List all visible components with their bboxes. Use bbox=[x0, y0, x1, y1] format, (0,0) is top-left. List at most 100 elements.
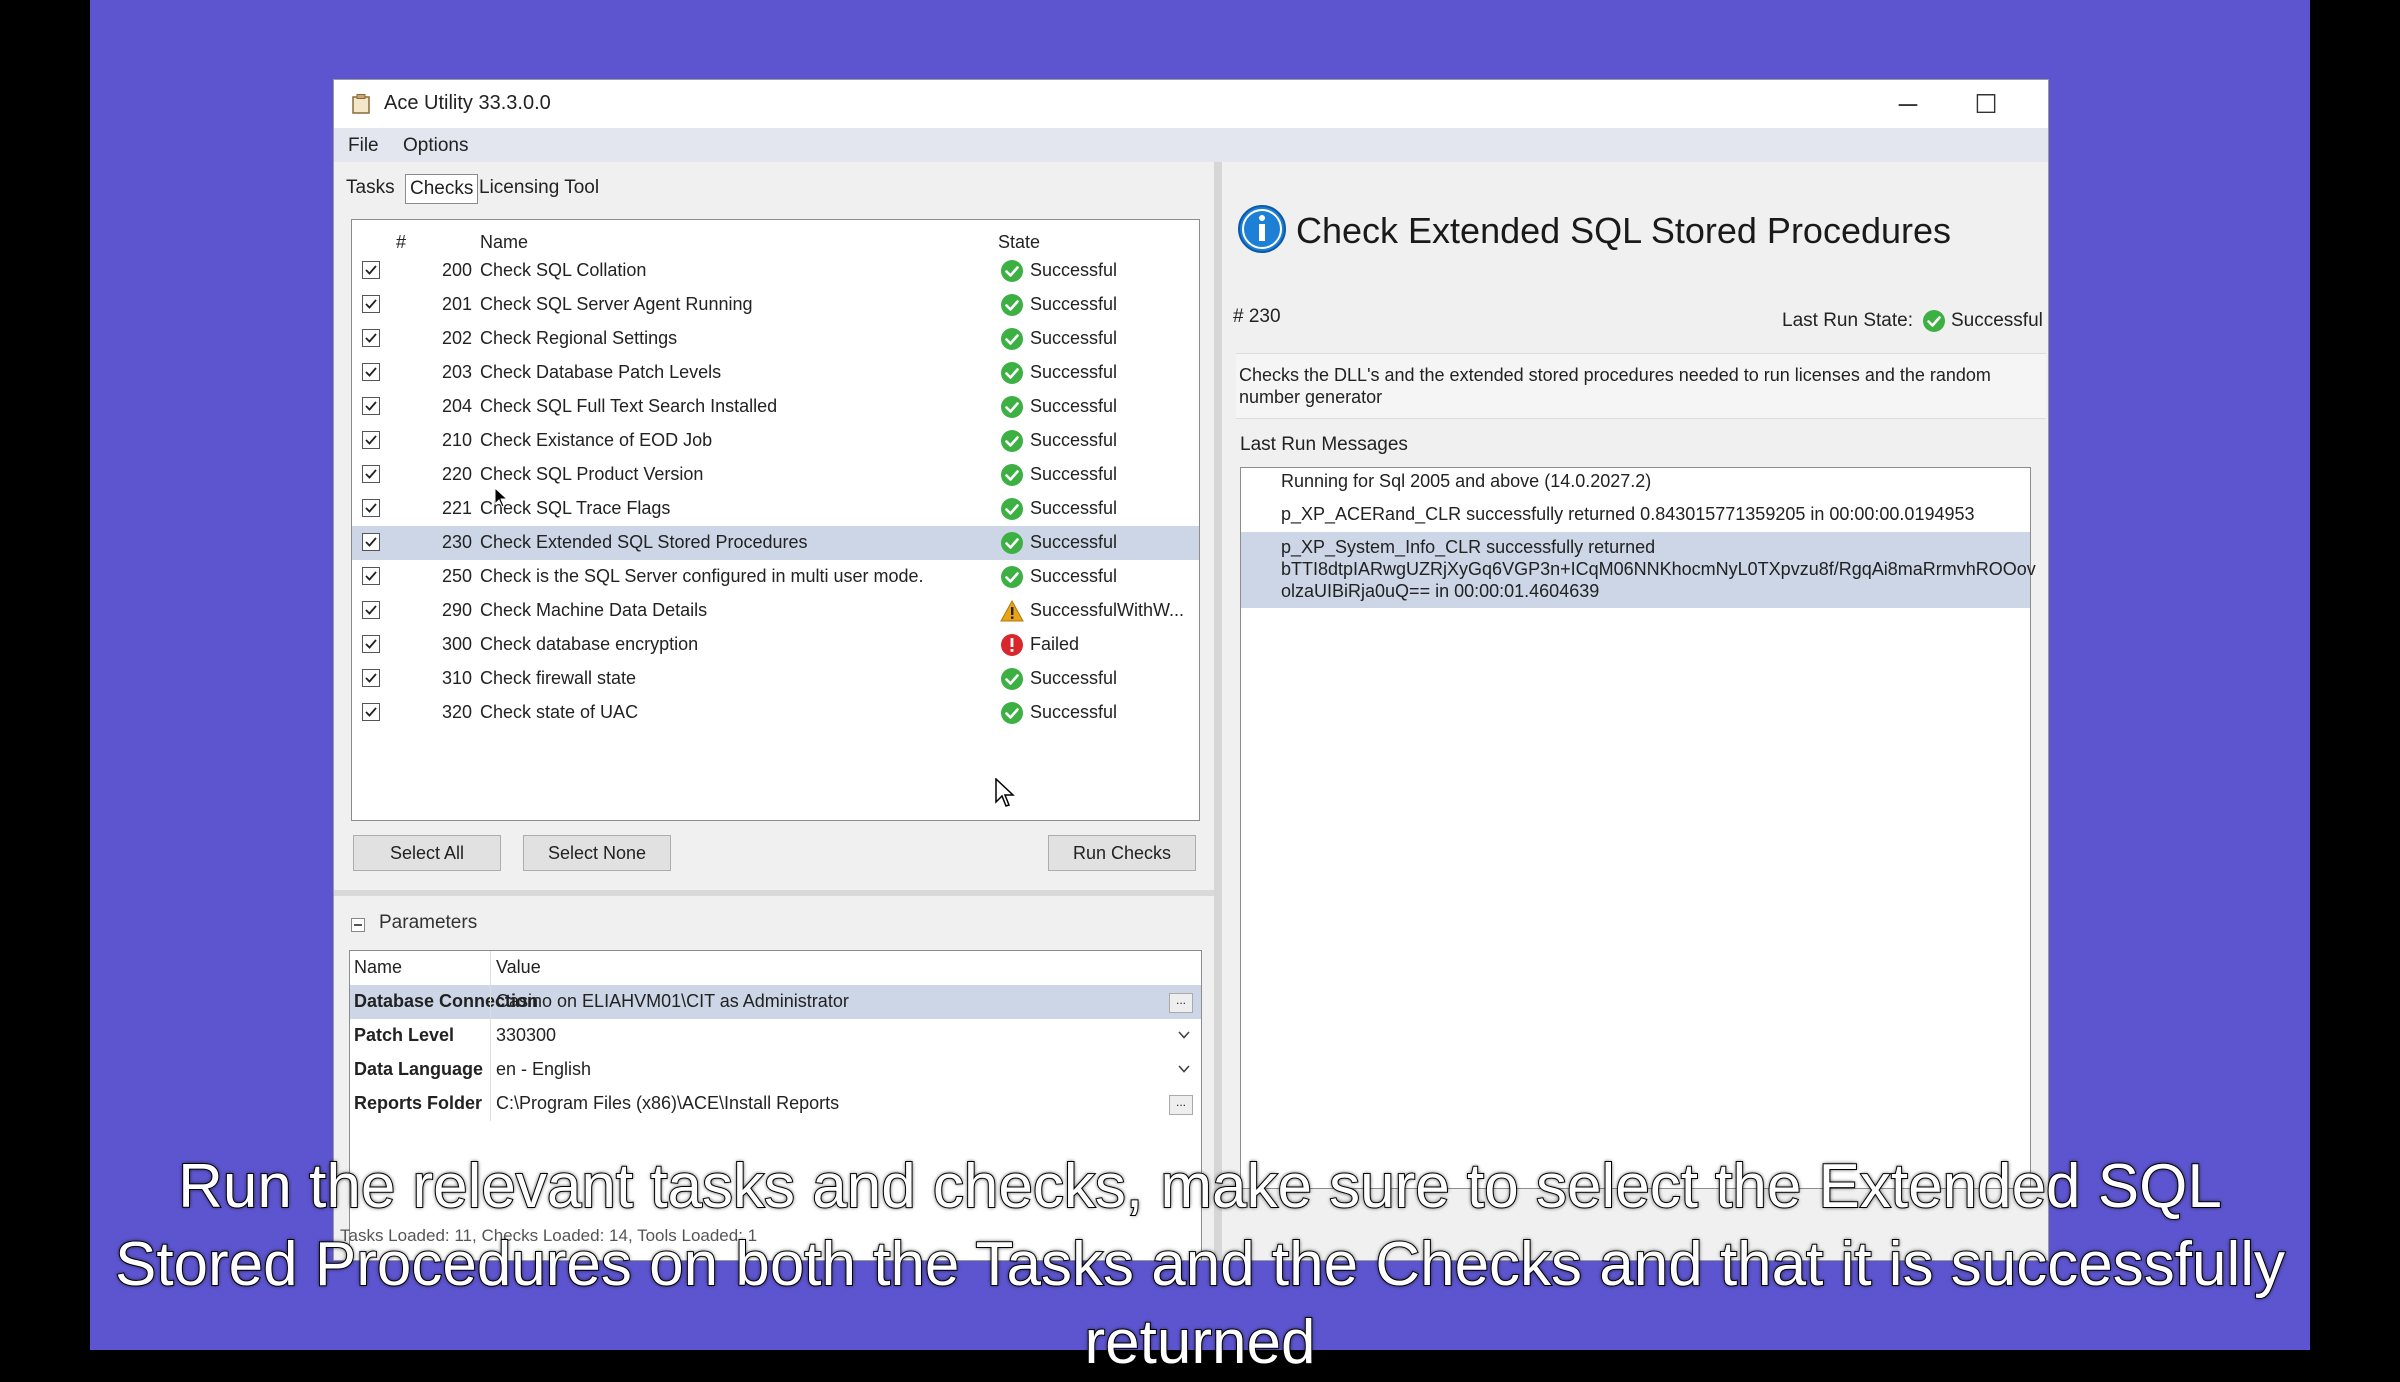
check-row-310[interactable]: 310 Check firewall state Successful bbox=[352, 662, 1199, 696]
check-row-210[interactable]: 210 Check Existance of EOD Job Successful bbox=[352, 424, 1199, 458]
row-checkbox[interactable] bbox=[362, 431, 380, 449]
menu-file[interactable]: File bbox=[348, 135, 379, 157]
param-value[interactable]: 330300 bbox=[496, 1025, 556, 1046]
column-divider bbox=[490, 951, 491, 985]
row-checkbox[interactable] bbox=[362, 465, 380, 483]
check-state: Successful bbox=[1030, 532, 1118, 552]
check-number: 221 bbox=[441, 498, 472, 518]
run-checks-button[interactable]: Run Checks bbox=[1048, 835, 1196, 871]
column-header-number[interactable]: # bbox=[396, 232, 406, 253]
param-row[interactable]: Patch Level 330300 bbox=[350, 1019, 1201, 1053]
check-state: Successful bbox=[1030, 328, 1118, 348]
last-run-state-label: Last Run State: bbox=[1782, 310, 1913, 331]
row-checkbox[interactable] bbox=[362, 329, 380, 347]
menu-options[interactable]: Options bbox=[403, 135, 468, 157]
select-none-button[interactable]: Select None bbox=[523, 835, 671, 871]
param-value[interactable]: en - English bbox=[496, 1059, 591, 1080]
param-name: Data Language bbox=[354, 1059, 484, 1079]
check-name: Check SQL Server Agent Running bbox=[480, 294, 753, 314]
check-name: Check Existance of EOD Job bbox=[480, 430, 713, 450]
success-icon bbox=[1000, 259, 1024, 283]
check-row-201[interactable]: 201 Check SQL Server Agent Running Success… bbox=[352, 288, 1199, 322]
check-row-290[interactable]: 290 Check Machine Data Details SuccessfulW… bbox=[352, 594, 1199, 628]
column-header-state[interactable]: State bbox=[998, 232, 1040, 253]
check-row-200[interactable]: 200 Check SQL Collation Successful bbox=[352, 254, 1199, 288]
param-row[interactable]: Data Language en - English bbox=[350, 1053, 1201, 1087]
row-checkbox[interactable] bbox=[362, 601, 380, 619]
selected-message-line: p_XP_System_Info_CLR successfully return… bbox=[1281, 537, 1656, 557]
check-number: 200 bbox=[441, 260, 472, 280]
checks-list[interactable]: # Name State 200 Check SQL Collation Succe… bbox=[351, 219, 1200, 821]
row-checkbox[interactable] bbox=[362, 499, 380, 517]
collapse-icon[interactable] bbox=[351, 918, 365, 932]
check-row-203[interactable]: 203 Check Database Patch Levels Successful bbox=[352, 356, 1199, 390]
check-row-220[interactable]: 220 Check SQL Product Version Successful bbox=[352, 458, 1199, 492]
check-row-230[interactable]: 230 Check Extended SQL Stored Procedures S… bbox=[352, 526, 1199, 560]
success-icon bbox=[1000, 293, 1024, 317]
row-checkbox[interactable] bbox=[362, 567, 380, 585]
select-all-button[interactable]: Select All bbox=[353, 835, 501, 871]
check-number: 320 bbox=[441, 702, 472, 722]
param-value[interactable]: C:\Program Files (x86)\ACE\Install Repor… bbox=[496, 1093, 839, 1114]
chevron-down-icon[interactable] bbox=[1177, 1028, 1191, 1042]
app-icon bbox=[352, 94, 370, 114]
column-header-name[interactable]: Name bbox=[480, 232, 528, 253]
video-caption: Run the relevant tasks and checks, make … bbox=[114, 1151, 2286, 1378]
param-row[interactable]: Reports Folder C:\Program Files (x86)\ACE… bbox=[350, 1087, 1201, 1121]
param-value[interactable]: Casino on ELIAHVM01\CIT as Administrator bbox=[496, 991, 849, 1012]
check-name: Check Machine Data Details bbox=[480, 600, 708, 620]
checkmark-icon bbox=[365, 571, 377, 581]
param-name: Patch Level bbox=[354, 1025, 455, 1045]
info-icon bbox=[1238, 205, 1286, 253]
check-state: Successful bbox=[1030, 294, 1118, 314]
check-number: 220 bbox=[441, 464, 472, 484]
check-state: Failed bbox=[1030, 634, 1080, 654]
maximize-button[interactable]: ☐ bbox=[1956, 84, 2016, 124]
row-checkbox[interactable] bbox=[362, 703, 380, 721]
check-number: 230 bbox=[441, 532, 472, 552]
row-checkbox[interactable] bbox=[362, 295, 380, 313]
chevron-down-icon[interactable] bbox=[1177, 1062, 1191, 1076]
ellipsis-button[interactable]: ... bbox=[1169, 1095, 1193, 1115]
param-column-value: Value bbox=[496, 957, 541, 977]
row-checkbox[interactable] bbox=[362, 397, 380, 415]
minimize-button[interactable]: ─ bbox=[1878, 84, 1938, 124]
warning-icon bbox=[1000, 599, 1024, 623]
tab-licensing-tool[interactable]: Licensing Tool bbox=[475, 174, 603, 202]
last-run-messages-list[interactable]: Running for Sql 2005 and above (14.0.202… bbox=[1240, 467, 2036, 1189]
window-title: Ace Utility 33.3.0.0 bbox=[384, 92, 551, 114]
row-checkbox[interactable] bbox=[362, 533, 380, 551]
row-checkbox[interactable] bbox=[362, 363, 380, 381]
checkmark-icon bbox=[365, 435, 377, 445]
check-row-204[interactable]: 204 Check SQL Full Text Search Installed S… bbox=[352, 390, 1199, 424]
check-row-202[interactable]: 202 Check Regional Settings Successful bbox=[352, 322, 1199, 356]
check-row-320[interactable]: 320 Check state of UAC Successful bbox=[352, 696, 1199, 730]
row-checkbox[interactable] bbox=[362, 261, 380, 279]
param-name: Reports Folder bbox=[354, 1093, 483, 1113]
success-icon bbox=[1000, 667, 1024, 691]
check-name: Check SQL Collation bbox=[480, 260, 647, 280]
check-row-300[interactable]: 300 Check database encryption Failed bbox=[352, 628, 1199, 662]
message-item[interactable]: Running for Sql 2005 and above (14.0.202… bbox=[1281, 471, 1651, 492]
tab-checks[interactable]: Checks bbox=[405, 174, 479, 204]
message-item[interactable]: p_XP_ACERand_CLR successfully returned 0… bbox=[1281, 504, 1975, 525]
title-bar[interactable]: Ace Utility 33.3.0.0 ─ ☐ ✕ bbox=[334, 80, 2048, 128]
ellipsis-button[interactable]: ... bbox=[1169, 993, 1193, 1013]
check-number: 250 bbox=[441, 566, 472, 586]
checkmark-icon bbox=[365, 537, 377, 547]
check-state: Successful bbox=[1030, 430, 1118, 450]
column-divider bbox=[490, 985, 491, 1019]
success-icon bbox=[1000, 497, 1024, 521]
tab-tasks[interactable]: Tasks bbox=[342, 174, 399, 202]
row-checkbox[interactable] bbox=[362, 669, 380, 687]
close-button[interactable]: ✕ bbox=[2034, 84, 2048, 124]
check-state: Successful bbox=[1030, 362, 1118, 382]
check-row-221[interactable]: 221 Check SQL Trace Flags Successful bbox=[352, 492, 1199, 526]
param-row[interactable]: Database Connection Casino on ELIAHVM01\C… bbox=[350, 985, 1201, 1019]
row-checkbox[interactable] bbox=[362, 635, 380, 653]
check-row-250[interactable]: 250 Check is the SQL Server configured in… bbox=[352, 560, 1199, 594]
param-column-name: Name bbox=[354, 957, 403, 977]
last-run-state-value: Successful bbox=[1951, 310, 2043, 331]
check-name: Check Database Patch Levels bbox=[480, 362, 722, 382]
pane-splitter[interactable] bbox=[1214, 162, 1222, 1260]
